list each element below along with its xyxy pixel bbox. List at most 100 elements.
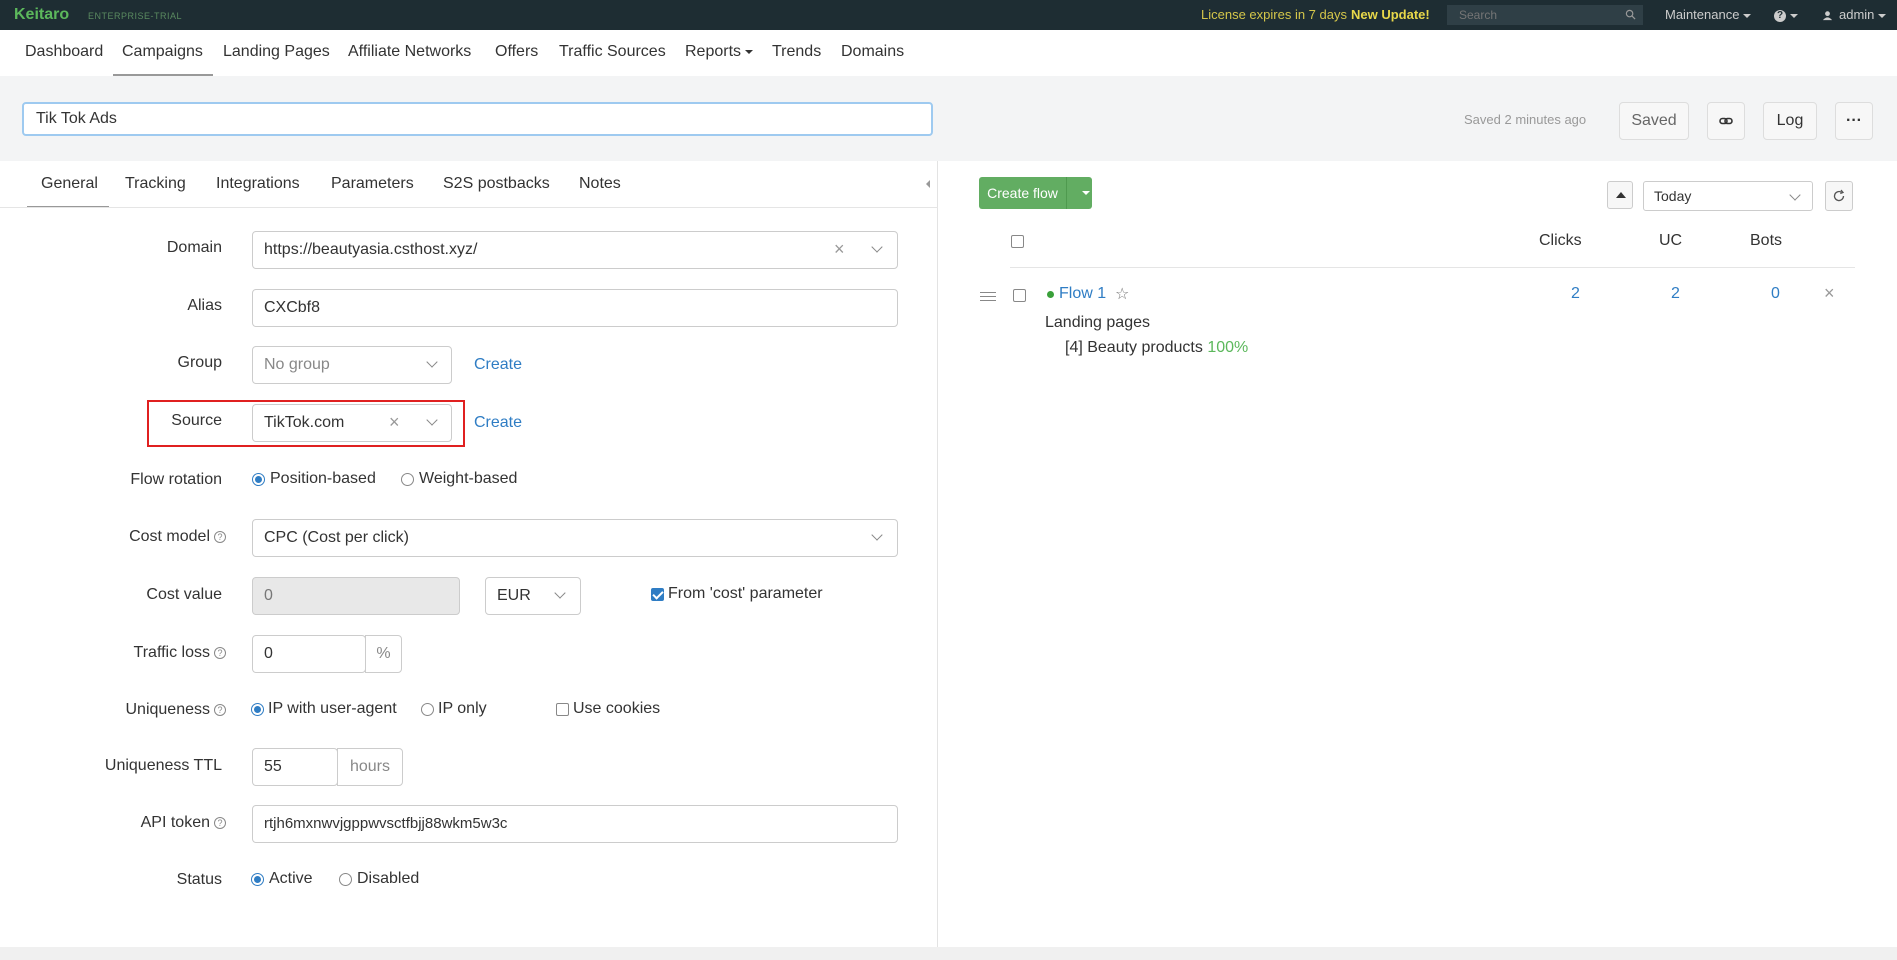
- domain-select[interactable]: https://beautyasia.csthost.xyz/: [252, 231, 898, 269]
- api-token-value: rtjh6mxnwvjgppwvsctfbjj88wkm5w3c: [264, 815, 508, 832]
- from-cost-label[interactable]: From 'cost' parameter: [668, 585, 823, 603]
- create-source-link[interactable]: Create: [474, 414, 522, 432]
- global-search-input[interactable]: [1447, 5, 1643, 25]
- help-icon[interactable]: ?: [214, 816, 226, 829]
- link-icon: [1719, 117, 1733, 125]
- collapse-left-icon[interactable]: [926, 180, 930, 188]
- new-update-link[interactable]: New Update!: [1351, 7, 1430, 22]
- link-button[interactable]: [1707, 102, 1745, 140]
- help-icon[interactable]: ?: [214, 703, 226, 716]
- help-menu[interactable]: ?: [1774, 7, 1798, 22]
- user-icon: [1822, 11, 1833, 21]
- clear-icon[interactable]: ×: [834, 239, 845, 260]
- percent-addon: %: [365, 635, 402, 673]
- delete-icon[interactable]: ×: [1824, 283, 1835, 304]
- cost-model-label-text: Cost model: [129, 528, 210, 545]
- log-button[interactable]: Log: [1763, 102, 1817, 140]
- from-cost-checkbox[interactable]: [651, 588, 664, 601]
- landing-pages-title: Landing pages: [1045, 314, 1150, 331]
- campaign-name-input[interactable]: [22, 102, 933, 136]
- status-disabled-label[interactable]: Disabled: [357, 870, 419, 888]
- use-cookies-checkbox[interactable]: [556, 703, 569, 716]
- traffic-loss-input[interactable]: 0: [252, 635, 366, 673]
- column-header-clicks[interactable]: Clicks: [1539, 232, 1582, 250]
- status-active-radio[interactable]: [251, 873, 264, 886]
- position-based-label[interactable]: Position-based: [270, 470, 376, 488]
- uniqueness-ttl-input[interactable]: 55: [252, 748, 338, 786]
- tab-general[interactable]: General: [41, 175, 98, 193]
- group-label: Group: [177, 354, 222, 371]
- saved-button[interactable]: Saved: [1619, 102, 1689, 140]
- cost-model-value: CPC (Cost per click): [264, 529, 409, 546]
- api-token-input[interactable]: rtjh6mxnwvjgppwvsctfbjj88wkm5w3c: [252, 805, 898, 843]
- caret-down-icon[interactable]: [1082, 191, 1090, 195]
- source-select[interactable]: TikTok.com: [252, 404, 452, 442]
- flow-clicks[interactable]: 2: [1571, 285, 1580, 303]
- nav-campaigns[interactable]: Campaigns: [122, 43, 203, 61]
- sort-up-icon: [1616, 192, 1626, 198]
- column-header-uc[interactable]: UC: [1659, 232, 1682, 250]
- nav-domains[interactable]: Domains: [841, 43, 904, 61]
- currency-value: EUR: [497, 587, 531, 604]
- status-disabled-radio[interactable]: [339, 873, 352, 886]
- nav-trends[interactable]: Trends: [772, 43, 821, 61]
- clear-icon[interactable]: ×: [389, 412, 400, 433]
- help-icon[interactable]: ?: [214, 530, 226, 543]
- more-button[interactable]: ···: [1835, 102, 1873, 140]
- nav-traffic-sources[interactable]: Traffic Sources: [559, 43, 666, 61]
- main-nav: Dashboard Campaigns Landing Pages Affili…: [0, 30, 1897, 76]
- maintenance-menu[interactable]: Maintenance: [1665, 7, 1752, 22]
- weight-based-radio[interactable]: [401, 473, 414, 486]
- tab-s2s-postbacks[interactable]: S2S postbacks: [443, 175, 550, 193]
- flow-name-link[interactable]: Flow 1: [1059, 285, 1106, 303]
- nav-offers[interactable]: Offers: [495, 43, 538, 61]
- traffic-loss-value: 0: [264, 645, 273, 662]
- currency-select[interactable]: EUR: [485, 577, 581, 615]
- tab-notes[interactable]: Notes: [579, 175, 621, 193]
- create-group-link[interactable]: Create: [474, 356, 522, 374]
- alias-input[interactable]: CXCbf8: [252, 289, 898, 327]
- weight-based-label[interactable]: Weight-based: [419, 470, 517, 488]
- nav-dashboard[interactable]: Dashboard: [25, 43, 103, 61]
- flow-bots[interactable]: 0: [1771, 285, 1780, 303]
- tab-tracking[interactable]: Tracking: [125, 175, 186, 193]
- nav-affiliate-networks[interactable]: Affiliate Networks: [348, 43, 471, 61]
- tab-parameters[interactable]: Parameters: [331, 175, 414, 193]
- tabs-divider: [0, 207, 938, 208]
- flow-uc[interactable]: 2: [1671, 285, 1680, 303]
- group-select[interactable]: No group: [252, 346, 452, 384]
- ip-only-radio[interactable]: [421, 703, 434, 716]
- status-active-label[interactable]: Active: [269, 870, 313, 888]
- landing-page-item[interactable]: [4] Beauty products 100%: [1065, 339, 1248, 357]
- nav-landing-pages[interactable]: Landing Pages: [223, 43, 330, 61]
- ip-user-agent-radio[interactable]: [251, 703, 264, 716]
- caret-down-icon: [745, 49, 754, 54]
- help-icon[interactable]: ?: [214, 646, 226, 659]
- refresh-button[interactable]: [1825, 181, 1853, 211]
- app-logo[interactable]: Keitaro: [14, 6, 69, 24]
- position-based-radio[interactable]: [252, 473, 265, 486]
- create-flow-button[interactable]: Create flow: [979, 177, 1067, 209]
- ip-only-label[interactable]: IP only: [438, 700, 487, 718]
- horizontal-scrollbar[interactable]: [0, 947, 1897, 960]
- search-icon[interactable]: [1625, 9, 1636, 20]
- create-flow-button-group: Create flow: [979, 177, 1092, 209]
- group-value: No group: [264, 356, 330, 373]
- select-all-checkbox[interactable]: [1011, 235, 1024, 248]
- use-cookies-label[interactable]: Use cookies: [573, 700, 660, 718]
- user-menu[interactable]: admin: [1822, 7, 1887, 22]
- sort-up-button[interactable]: [1607, 181, 1633, 209]
- star-icon[interactable]: ☆: [1115, 284, 1129, 304]
- drag-handle-icon[interactable]: [980, 292, 996, 301]
- ip-user-agent-label[interactable]: IP with user-agent: [268, 700, 397, 718]
- caret-down-icon: [1790, 13, 1798, 18]
- nav-reports[interactable]: Reports: [685, 43, 754, 61]
- date-range-select[interactable]: Today: [1643, 181, 1813, 211]
- column-header-bots[interactable]: Bots: [1750, 232, 1782, 250]
- cost-model-select[interactable]: CPC (Cost per click): [252, 519, 898, 557]
- tab-integrations[interactable]: Integrations: [216, 175, 300, 193]
- more-icon: ···: [1846, 112, 1862, 129]
- maintenance-label: Maintenance: [1665, 7, 1740, 22]
- flow-row-checkbox[interactable]: [1013, 289, 1026, 302]
- user-name: admin: [1839, 7, 1875, 22]
